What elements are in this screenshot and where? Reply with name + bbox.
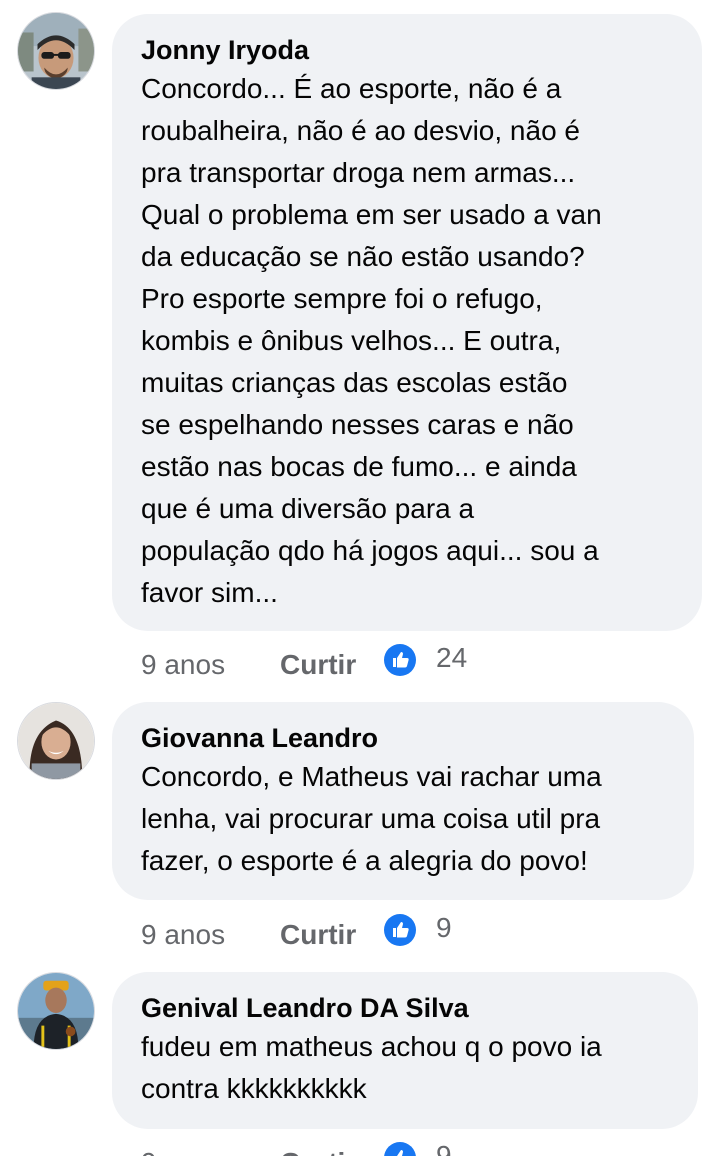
like-count: 24 (436, 642, 468, 673)
comment-actions: 9 anos Curtir 24 (141, 642, 468, 685)
comment-text-line: Concordo, e Matheus vai rachar uma (141, 761, 602, 792)
like-button[interactable]: Curtir (280, 649, 384, 681)
thumbs-up-icon[interactable] (384, 914, 416, 946)
like-count: 9 (436, 912, 452, 943)
like-count: 9 (436, 1140, 452, 1156)
comment-text-line: lenha, vai procurar uma coisa util pra (141, 803, 601, 834)
comment-text-line: pra transportar droga nem armas... (141, 157, 576, 188)
comment-text-line: fudeu em matheus achou q o povo ia (141, 1031, 602, 1062)
comment: Jonny Iryoda Concordo... É ao esporte, n… (0, 0, 720, 700)
thumbs-up-icon[interactable] (384, 644, 416, 676)
comment-text-line: Pro esporte sempre foi o refugo, (141, 283, 543, 314)
comment-text-line: população qdo há jogos aqui... sou a (141, 535, 599, 566)
comment-text-line: da educação se não estão usando? (141, 241, 585, 272)
comment-text-line: fazer, o esporte é a alegria do povo! (141, 845, 588, 876)
avatar[interactable] (17, 702, 95, 780)
avatar-photo (18, 973, 94, 1049)
comment-text: Concordo... É ao esporte, não é a roubal… (141, 68, 676, 614)
comment-text-line: favor sim... (141, 577, 278, 608)
comment-bubble: Jonny Iryoda Concordo... É ao esporte, n… (112, 14, 702, 631)
comment-bubble: Genival Leandro DA Silva fudeu em matheu… (112, 972, 698, 1129)
comment-author[interactable]: Giovanna Leandro (141, 720, 668, 756)
comment: Genival Leandro DA Silva fudeu em matheu… (0, 960, 720, 1156)
thumbs-up-icon[interactable] (384, 1142, 416, 1156)
comment-timestamp[interactable]: 9 anos (141, 1147, 280, 1156)
comment-text: fudeu em matheus achou q o povo ia contr… (141, 1026, 672, 1110)
comment-text-line: muitas crianças das escolas estão (141, 367, 568, 398)
comment-timestamp[interactable]: 9 anos (141, 919, 280, 951)
comment-text-line: que é uma diversão para a (141, 493, 475, 524)
comments-thread: Jonny Iryoda Concordo... É ao esporte, n… (0, 0, 720, 1156)
comment-actions: 9 anos Curtir 9 (141, 912, 452, 955)
like-button[interactable]: Curtir (280, 919, 384, 951)
comment-bubble: Giovanna Leandro Concordo, e Matheus vai… (112, 702, 694, 900)
comment-text-line: roubalheira, não é ao desvio, não é (141, 115, 580, 146)
avatar-photo (18, 703, 94, 779)
comment-author[interactable]: Jonny Iryoda (141, 32, 676, 68)
avatar-photo (18, 13, 94, 89)
comment-actions: 9 anos Curtir 9 (141, 1140, 452, 1156)
comment-text-line: Qual o problema em ser usado a van (141, 199, 602, 230)
comment-text-line: Concordo... É ao esporte, não é a (141, 73, 562, 104)
comment-author[interactable]: Genival Leandro DA Silva (141, 990, 672, 1026)
comment-text-line: se espelhando nesses caras e não (141, 409, 574, 440)
comment-text-line: kombis e ônibus velhos... E outra, (141, 325, 562, 356)
comment-text-line: contra kkkkkkkkkk (141, 1073, 367, 1104)
like-button[interactable]: Curtir (280, 1147, 384, 1156)
comment-timestamp[interactable]: 9 anos (141, 649, 280, 681)
avatar[interactable] (17, 972, 95, 1050)
comment-text-line: estão nas bocas de fumo... e ainda (141, 451, 577, 482)
avatar[interactable] (17, 12, 95, 90)
comment: Giovanna Leandro Concordo, e Matheus vai… (0, 690, 720, 970)
comment-text: Concordo, e Matheus vai rachar uma lenha… (141, 756, 668, 882)
